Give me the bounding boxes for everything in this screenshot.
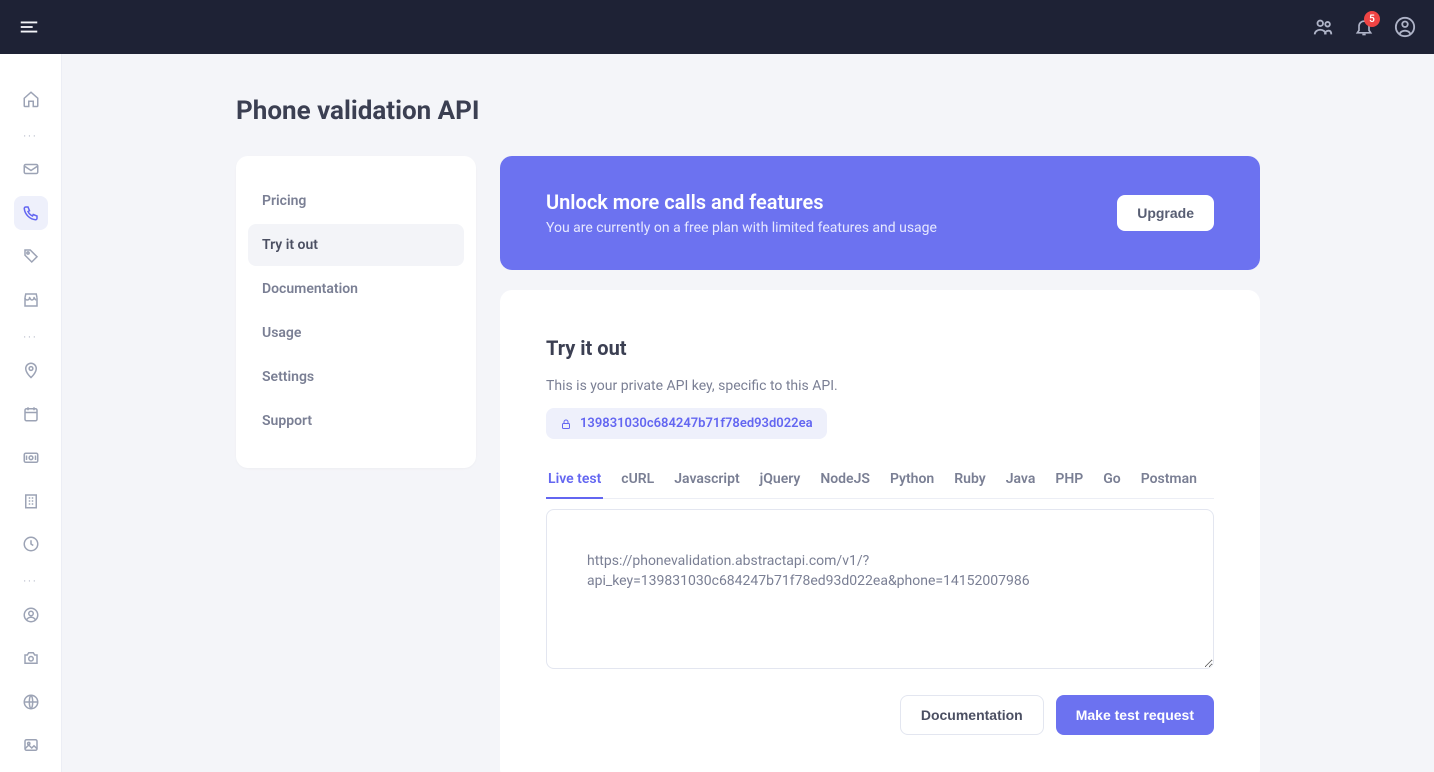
tab-ruby[interactable]: Ruby [952,461,987,498]
api-key-chip[interactable]: 139831030c684247b71f78ed93d022ea [546,408,827,439]
sidebar-separator-2: ··· [19,331,43,344]
tab-go[interactable]: Go [1101,461,1122,498]
sidebar-globe-icon[interactable] [14,685,48,719]
notifications-icon[interactable]: 5 [1354,17,1374,37]
nav-usage[interactable]: Usage [248,312,464,354]
sidebar-camera-icon[interactable] [14,642,48,676]
sidebar-separator-3: ··· [19,575,43,588]
tab-nodejs[interactable]: NodeJS [818,461,872,498]
sidebar-mail-icon[interactable] [14,153,48,187]
shell: ··· ··· ··· [0,54,1434,772]
sidebar-store-icon[interactable] [14,283,48,317]
tab-php[interactable]: PHP [1053,461,1085,498]
sidebar-separator-1: ··· [19,130,43,143]
sidebar-phone-icon[interactable] [14,196,48,230]
topbar: 5 [0,0,1434,54]
icon-sidebar: ··· ··· ··· [0,54,62,772]
nav-try-it-out[interactable]: Try it out [248,224,464,266]
banner-subtitle: You are currently on a free plan with li… [546,220,937,236]
nav-documentation[interactable]: Documentation [248,268,464,310]
sidebar-calendar-icon[interactable] [14,397,48,431]
sidebar-home-icon[interactable] [14,82,48,116]
tab-python[interactable]: Python [888,461,936,498]
content-inner: Phone validation API Pricing Try it out … [236,96,1260,772]
try-title: Try it out [546,336,1214,360]
tab-curl[interactable]: cURL [619,461,656,498]
lock-icon [560,418,572,430]
menu-toggle[interactable] [18,16,40,38]
documentation-button[interactable]: Documentation [900,695,1044,735]
make-test-request-button[interactable]: Make test request [1056,695,1214,735]
banner-title: Unlock more calls and features [546,190,937,214]
tab-jquery[interactable]: jQuery [758,461,803,498]
sidebar-currency-icon[interactable] [14,441,48,475]
try-it-out-card: Try it out This is your private API key,… [500,290,1260,772]
profile-icon[interactable] [1394,16,1416,38]
tab-live-test[interactable]: Live test [546,461,603,499]
api-key-value: 139831030c684247b71f78ed93d022ea [580,416,813,431]
code-tabs: Live test cURL Javascript jQuery NodeJS … [546,461,1214,499]
action-row: Documentation Make test request [546,695,1214,735]
sidebar-user-icon[interactable] [14,598,48,632]
sidebar-building-icon[interactable] [14,484,48,518]
two-column-layout: Pricing Try it out Documentation Usage S… [236,156,1260,772]
request-url-input[interactable] [546,509,1214,669]
sidebar-clock-icon[interactable] [14,528,48,562]
team-icon[interactable] [1312,16,1334,38]
nav-support[interactable]: Support [248,400,464,442]
upgrade-banner: Unlock more calls and features You are c… [500,156,1260,270]
section-nav: Pricing Try it out Documentation Usage S… [236,156,476,468]
sidebar-tag-icon[interactable] [14,240,48,274]
upgrade-button[interactable]: Upgrade [1117,195,1214,231]
banner-text: Unlock more calls and features You are c… [546,190,937,236]
topbar-right: 5 [1312,16,1416,38]
right-column: Unlock more calls and features You are c… [500,156,1260,772]
sidebar-pin-icon[interactable] [14,354,48,388]
nav-pricing[interactable]: Pricing [248,180,464,222]
topbar-left [18,16,40,38]
tab-javascript[interactable]: Javascript [672,461,741,498]
content-area: Phone validation API Pricing Try it out … [62,54,1434,772]
nav-settings[interactable]: Settings [248,356,464,398]
page-title: Phone validation API [236,96,1260,126]
tab-postman[interactable]: Postman [1139,461,1199,498]
notification-badge: 5 [1364,11,1380,27]
tab-java[interactable]: Java [1004,461,1038,498]
try-description: This is your private API key, specific t… [546,378,1214,394]
sidebar-image-icon[interactable] [14,729,48,763]
